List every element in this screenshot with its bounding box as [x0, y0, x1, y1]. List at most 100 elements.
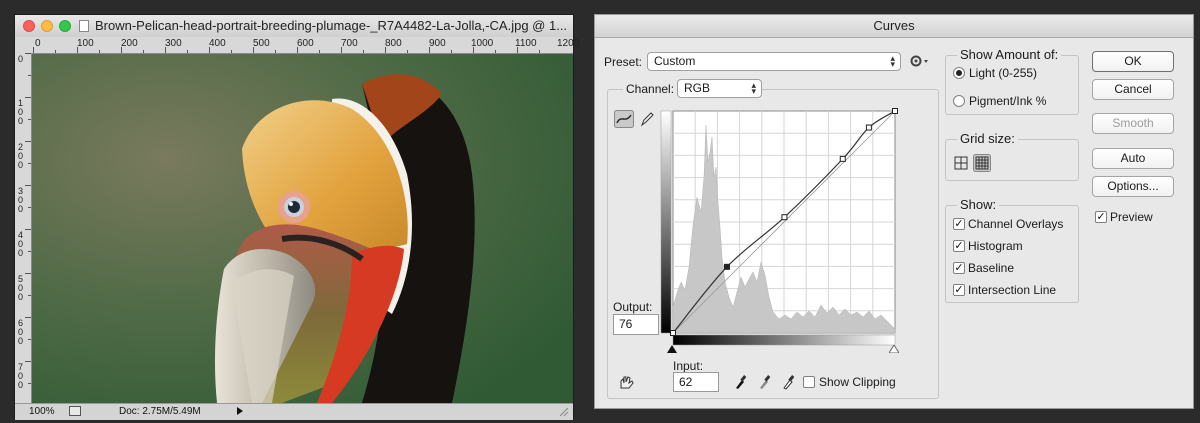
channel-label: Channel:: [623, 82, 678, 96]
zoom-window-button[interactable]: [59, 20, 71, 32]
ruler-h-label: 100: [77, 38, 94, 49]
minimize-window-button[interactable]: [41, 20, 53, 32]
pigment-ink-label: Pigment/Ink %: [969, 94, 1047, 108]
white-point-slider-icon[interactable]: [889, 345, 899, 353]
preview-checkbox[interactable]: ✓: [1095, 211, 1107, 223]
auto-button[interactable]: Auto: [1092, 148, 1174, 169]
ruler-tick: [319, 50, 320, 53]
preset-options-gear-icon[interactable]: [909, 53, 929, 69]
output-label: Output:: [613, 300, 653, 314]
ruler-tick: [25, 229, 31, 230]
histogram-checkbox[interactable]: ✓: [953, 240, 965, 252]
ruler-tick: [25, 185, 31, 186]
show-amount-title: Show Amount of:: [957, 47, 1062, 62]
vertical-ruler[interactable]: 0 100 200 300 400 500 600 700: [15, 53, 32, 403]
curve-point[interactable]: [670, 330, 676, 336]
ruler-tick: [55, 50, 56, 53]
resize-grip-icon[interactable]: [557, 405, 569, 417]
ruler-tick: [28, 75, 31, 76]
input-gradient-bar: [672, 334, 896, 346]
smooth-button[interactable]: Smooth: [1092, 113, 1174, 134]
curve-point-tool-icon[interactable]: [614, 110, 634, 128]
close-window-button[interactable]: [23, 20, 35, 32]
ruler-v-label: 400: [18, 230, 24, 258]
selected-curve-point[interactable]: [723, 263, 730, 270]
ruler-tick: [209, 47, 210, 53]
on-image-adjust-hand-icon[interactable]: [617, 374, 635, 390]
ruler-tick: [495, 50, 496, 53]
ruler-v-label: 100: [18, 98, 24, 126]
pigment-ink-radio[interactable]: [953, 95, 965, 107]
curves-title-bar[interactable]: Curves: [595, 15, 1193, 38]
curve-point[interactable]: [839, 155, 846, 162]
black-point-slider-icon[interactable]: [667, 345, 677, 353]
ok-button[interactable]: OK: [1092, 51, 1174, 72]
gray-point-eyedropper-icon[interactable]: [758, 374, 770, 390]
share-icon[interactable]: [69, 406, 81, 416]
ruler-tick: [25, 317, 31, 318]
options-button[interactable]: Options...: [1092, 176, 1174, 197]
baseline-label: Baseline: [968, 261, 1015, 275]
ruler-tick: [28, 163, 31, 164]
ruler-tick: [28, 251, 31, 252]
channel-select[interactable]: RGB ▴ ▾: [677, 79, 762, 98]
document-title: Brown-Pelican-head-portrait-breeding-plu…: [95, 18, 568, 33]
ruler-tick: [451, 50, 452, 53]
detailed-grid-icon[interactable]: [973, 154, 991, 172]
baseline-checkbox[interactable]: ✓: [953, 262, 965, 274]
simple-grid-icon[interactable]: [954, 156, 968, 170]
output-field[interactable]: 76: [613, 314, 659, 335]
ruler-tick: [28, 383, 31, 384]
curve-point[interactable]: [892, 108, 898, 114]
ruler-v-label: 200: [18, 142, 24, 170]
ruler-h-label: 800: [385, 38, 402, 49]
ruler-tick: [121, 47, 122, 53]
ruler-tick: [385, 47, 386, 53]
ruler-tick: [99, 50, 100, 53]
white-point-eyedropper-icon[interactable]: [782, 374, 794, 390]
channel-overlays-checkbox[interactable]: ✓: [953, 218, 965, 230]
cancel-button[interactable]: Cancel: [1092, 79, 1174, 100]
ruler-tick: [143, 50, 144, 53]
ruler-h-label: 900: [429, 38, 446, 49]
black-point-eyedropper-icon[interactable]: [734, 374, 746, 390]
ruler-tick: [473, 47, 474, 53]
preset-select[interactable]: Custom ▴ ▾: [647, 52, 901, 71]
zoom-level[interactable]: 100%: [29, 406, 55, 417]
ruler-tick: [28, 119, 31, 120]
ruler-tick: [539, 50, 540, 53]
light-radio[interactable]: [953, 67, 965, 79]
light-label: Light (0-255): [969, 66, 1038, 80]
ruler-tick: [25, 141, 31, 142]
ruler-h-label: 0: [35, 38, 41, 49]
ruler-tick: [77, 47, 78, 53]
horizontal-ruler[interactable]: 0 100 200 300 400 500 600 700 800 900 10…: [15, 37, 579, 54]
canvas-photo[interactable]: [32, 54, 573, 403]
status-menu-arrow-icon[interactable]: [237, 407, 243, 415]
show-clipping-checkbox[interactable]: [803, 376, 815, 388]
ruler-tick: [33, 47, 34, 53]
input-field[interactable]: 62: [673, 372, 719, 392]
ruler-h-label: 1200: [557, 38, 580, 49]
document-title-bar[interactable]: Brown-Pelican-head-portrait-breeding-plu…: [15, 15, 573, 38]
ruler-tick: [28, 295, 31, 296]
pencil-tool-icon[interactable]: [637, 110, 657, 128]
ruler-h-label: 700: [341, 38, 358, 49]
curve-point[interactable]: [865, 124, 872, 131]
ruler-tick: [25, 53, 31, 54]
grid-size-title: Grid size:: [957, 131, 1018, 146]
document-window: Brown-Pelican-head-portrait-breeding-plu…: [14, 14, 579, 420]
ruler-h-label: 500: [253, 38, 270, 49]
curves-dialog: Curves Preset: Custom ▴ ▾ Channel: RGB ▴ ▾…: [594, 14, 1194, 409]
curve-point[interactable]: [781, 214, 788, 221]
document-file-icon: [79, 20, 89, 32]
ruler-v-label: 300: [18, 186, 24, 214]
ruler-tick: [429, 47, 430, 53]
ruler-tick: [517, 47, 518, 53]
ruler-v-label: 0: [18, 54, 24, 64]
ruler-h-label: 200: [121, 38, 138, 49]
intersection-line-label: Intersection Line: [968, 283, 1057, 297]
intersection-line-checkbox[interactable]: ✓: [953, 284, 965, 296]
ruler-tick: [25, 273, 31, 274]
curves-graph[interactable]: [659, 107, 899, 357]
